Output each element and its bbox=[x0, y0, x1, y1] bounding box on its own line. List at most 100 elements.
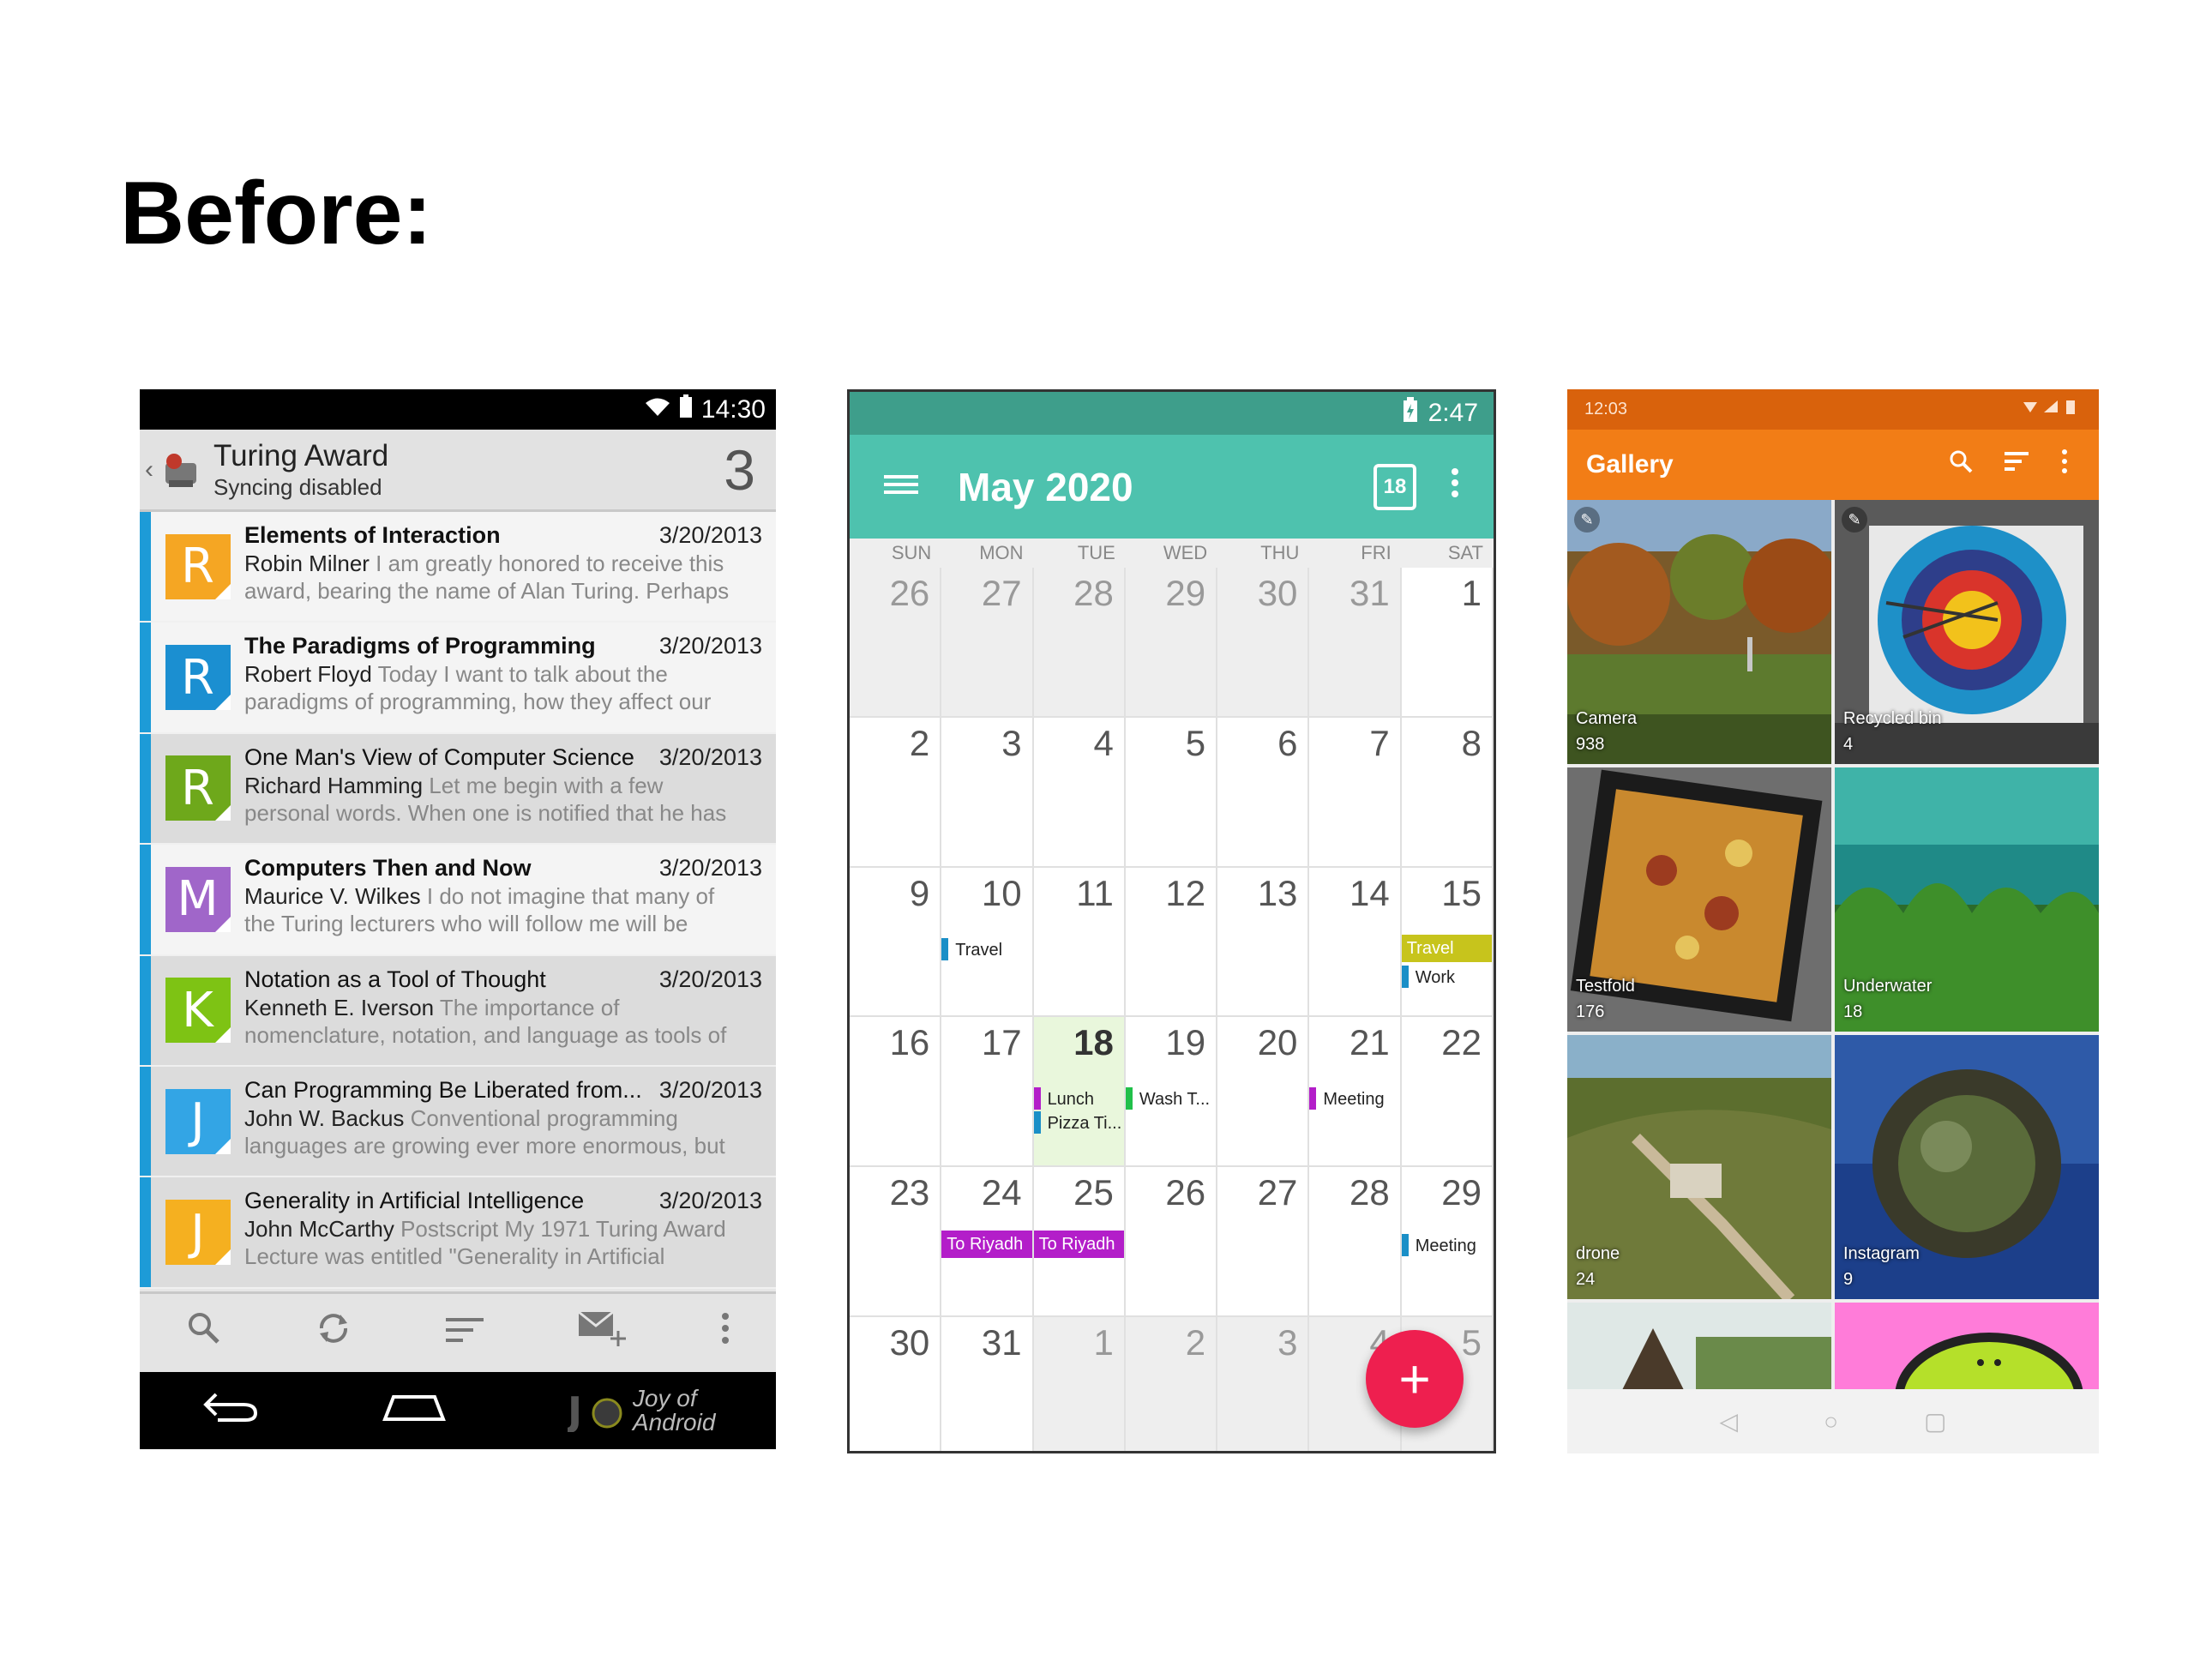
mail-list-item[interactable]: R Elements of Interaction 3/20/2013 Robin M… bbox=[140, 512, 776, 623]
calendar-day-cell[interactable]: 17 bbox=[941, 1017, 1034, 1168]
search-icon[interactable] bbox=[1948, 448, 1974, 481]
recents-nav-icon[interactable]: ▢ bbox=[1924, 1407, 1946, 1435]
calendar-event-chip[interactable]: Travel bbox=[941, 936, 1031, 964]
mail-list-item[interactable]: M Computers Then and Now 3/20/2013 Maurice … bbox=[140, 845, 776, 956]
overflow-menu-icon[interactable] bbox=[2061, 448, 2068, 481]
email-app-icon[interactable] bbox=[160, 449, 201, 490]
search-icon[interactable] bbox=[185, 1309, 223, 1357]
day-number: 2 bbox=[1185, 1321, 1206, 1363]
calendar-day-cell[interactable]: 16 bbox=[850, 1017, 942, 1168]
calendar-event-chip[interactable]: To Riyadh bbox=[941, 1231, 1032, 1259]
back-nav-icon[interactable]: ◁ bbox=[1720, 1407, 1739, 1435]
overflow-menu-icon[interactable] bbox=[720, 1309, 730, 1357]
calendar-day-cell[interactable]: 13 bbox=[1217, 867, 1310, 1018]
compose-icon[interactable] bbox=[577, 1309, 628, 1357]
sender-avatar[interactable]: R bbox=[165, 645, 231, 711]
album-tile-partial-right[interactable] bbox=[1835, 1303, 2099, 1397]
sender-avatar[interactable]: J bbox=[165, 1200, 231, 1266]
calendar-day-cell[interactable]: 19 Wash T... bbox=[1125, 1017, 1218, 1168]
calendar-day-cell[interactable]: 1 bbox=[1401, 568, 1494, 718]
calendar-day-cell[interactable]: 11 bbox=[1033, 867, 1126, 1018]
back-chevron-icon[interactable]: ‹ bbox=[145, 455, 157, 484]
pin-icon[interactable]: ✎ bbox=[1842, 507, 1867, 533]
album-tile-drone[interactable]: drone 24 bbox=[1567, 1035, 1831, 1299]
calendar-day-cell[interactable]: 2 bbox=[850, 717, 942, 868]
calendar-day-cell[interactable]: 26 bbox=[850, 568, 942, 718]
calendar-day-cell[interactable]: 23 bbox=[850, 1167, 942, 1317]
album-tile-testfold[interactable]: Testfold 176 bbox=[1567, 767, 1831, 1032]
pin-icon[interactable]: ✎ bbox=[1574, 507, 1600, 533]
status-bar: 14:30 bbox=[140, 389, 776, 430]
calendar-day-cell[interactable]: 14 bbox=[1309, 867, 1402, 1018]
back-nav-icon[interactable] bbox=[201, 1389, 261, 1433]
calendar-event-chip[interactable]: Meeting bbox=[1401, 1232, 1492, 1260]
calendar-day-cell[interactable]: 5 bbox=[1125, 717, 1218, 868]
sender-avatar[interactable]: R bbox=[165, 755, 231, 821]
album-tile-recycled-bin[interactable]: ✎ Recycled bin 4 bbox=[1835, 500, 2099, 764]
calendar-day-cell[interactable]: 27 bbox=[941, 568, 1034, 718]
sender-avatar[interactable]: K bbox=[165, 978, 231, 1044]
album-name: Testfold bbox=[1576, 977, 1635, 996]
calendar-day-cell[interactable]: 31 bbox=[941, 1316, 1034, 1451]
calendar-day-cell[interactable]: 30 bbox=[850, 1316, 942, 1451]
mail-list-item[interactable]: J Generality in Artificial Intelligence 3/… bbox=[140, 1177, 776, 1289]
calendar-day-cell[interactable]: 12 bbox=[1125, 867, 1218, 1018]
home-nav-icon[interactable]: ○ bbox=[1824, 1408, 1838, 1435]
calendar-day-cell[interactable]: 1 bbox=[1033, 1316, 1126, 1451]
refresh-icon[interactable] bbox=[315, 1309, 352, 1357]
calendar-day-cell[interactable]: 29 Meeting bbox=[1401, 1167, 1494, 1317]
today-calendar-icon[interactable]: 18 bbox=[1373, 463, 1416, 510]
calendar-day-cell[interactable]: 31 bbox=[1309, 568, 1402, 718]
calendar-day-cell[interactable]: 29 bbox=[1125, 568, 1218, 718]
calendar-day-cell[interactable]: 30 bbox=[1217, 568, 1310, 718]
add-event-fab-button[interactable]: + bbox=[1366, 1330, 1464, 1428]
calendar-event-chip[interactable]: Work bbox=[1401, 964, 1492, 991]
calendar-day-cell[interactable]: 9 bbox=[850, 867, 942, 1018]
calendar-event-chip[interactable]: Pizza Ti... bbox=[1033, 1110, 1124, 1137]
calendar-day-cell[interactable]: 28 bbox=[1033, 568, 1126, 718]
sender-avatar[interactable]: M bbox=[165, 866, 231, 932]
mail-list-item[interactable]: K Notation as a Tool of Thought 3/20/2013 K… bbox=[140, 955, 776, 1067]
day-number: 28 bbox=[1073, 573, 1114, 613]
calendar-day-cell[interactable]: 26 bbox=[1125, 1167, 1218, 1317]
calendar-day-cell[interactable]: 2 bbox=[1125, 1316, 1218, 1451]
sender-avatar[interactable]: R bbox=[165, 533, 231, 599]
sort-icon[interactable] bbox=[2005, 450, 2030, 479]
calendar-event-chip[interactable]: Travel bbox=[1401, 934, 1492, 962]
calendar-day-cell[interactable]: 18 Lunch Pizza Ti... bbox=[1033, 1017, 1126, 1168]
calendar-day-cell[interactable]: 6 bbox=[1217, 717, 1310, 868]
album-tile-instagram[interactable]: Instagram 9 bbox=[1835, 1035, 2099, 1299]
calendar-day-cell[interactable]: 21 Meeting bbox=[1309, 1017, 1402, 1168]
calendar-day-cell[interactable]: 28 bbox=[1309, 1167, 1402, 1317]
calendar-day-cell[interactable]: 3 bbox=[941, 717, 1034, 868]
calendar-event-chip[interactable]: Meeting bbox=[1309, 1086, 1399, 1113]
calendar-day-cell[interactable]: 27 bbox=[1217, 1167, 1310, 1317]
month-title[interactable]: May 2020 bbox=[958, 464, 1373, 510]
mail-list-item[interactable]: J Can Programming Be Liberated from... 3/2… bbox=[140, 1066, 776, 1178]
calendar-day-cell[interactable]: 8 bbox=[1401, 717, 1494, 868]
calendar-day-cell[interactable]: 4 bbox=[1033, 717, 1126, 868]
calendar-day-cell[interactable]: 22 bbox=[1401, 1017, 1494, 1168]
overflow-menu-icon[interactable] bbox=[1451, 467, 1459, 507]
mail-date: 3/20/2013 bbox=[658, 522, 762, 548]
mail-list-item[interactable]: R One Man's View of Computer Science 3/20/… bbox=[140, 733, 776, 846]
album-tile-partial-left[interactable] bbox=[1567, 1303, 1831, 1397]
calendar-day-cell[interactable]: 3 bbox=[1217, 1316, 1310, 1451]
mail-list-item[interactable]: R The Paradigms of Programming 3/20/2013 Ro… bbox=[140, 623, 776, 734]
calendar-event-chip[interactable]: To Riyadh bbox=[1033, 1231, 1124, 1259]
calendar-day-cell[interactable]: 25 To Riyadh bbox=[1033, 1167, 1126, 1317]
calendar-day-cell[interactable]: 20 bbox=[1217, 1017, 1310, 1168]
calendar-day-cell[interactable]: 10 Travel bbox=[941, 867, 1034, 1018]
calendar-event-chip[interactable]: Wash T... bbox=[1125, 1086, 1216, 1113]
sender-avatar[interactable]: J bbox=[165, 1088, 231, 1154]
album-grid: ✎ Camera 938 ✎ Recycled bin 4 Testfold 1… bbox=[1567, 500, 2099, 1397]
album-tile-underwater[interactable]: Underwater 18 bbox=[1835, 767, 2099, 1032]
album-tile-camera[interactable]: ✎ Camera 938 bbox=[1567, 500, 1831, 764]
day-number: 11 bbox=[1076, 872, 1114, 913]
calendar-day-cell[interactable]: 7 bbox=[1309, 717, 1402, 868]
calendar-day-cell[interactable]: 24 To Riyadh bbox=[941, 1167, 1034, 1317]
sort-icon[interactable] bbox=[444, 1310, 485, 1357]
calendar-day-cell[interactable]: 15 Travel Work bbox=[1401, 867, 1494, 1018]
home-nav-icon[interactable] bbox=[382, 1389, 447, 1432]
hamburger-menu-icon[interactable] bbox=[884, 467, 918, 506]
